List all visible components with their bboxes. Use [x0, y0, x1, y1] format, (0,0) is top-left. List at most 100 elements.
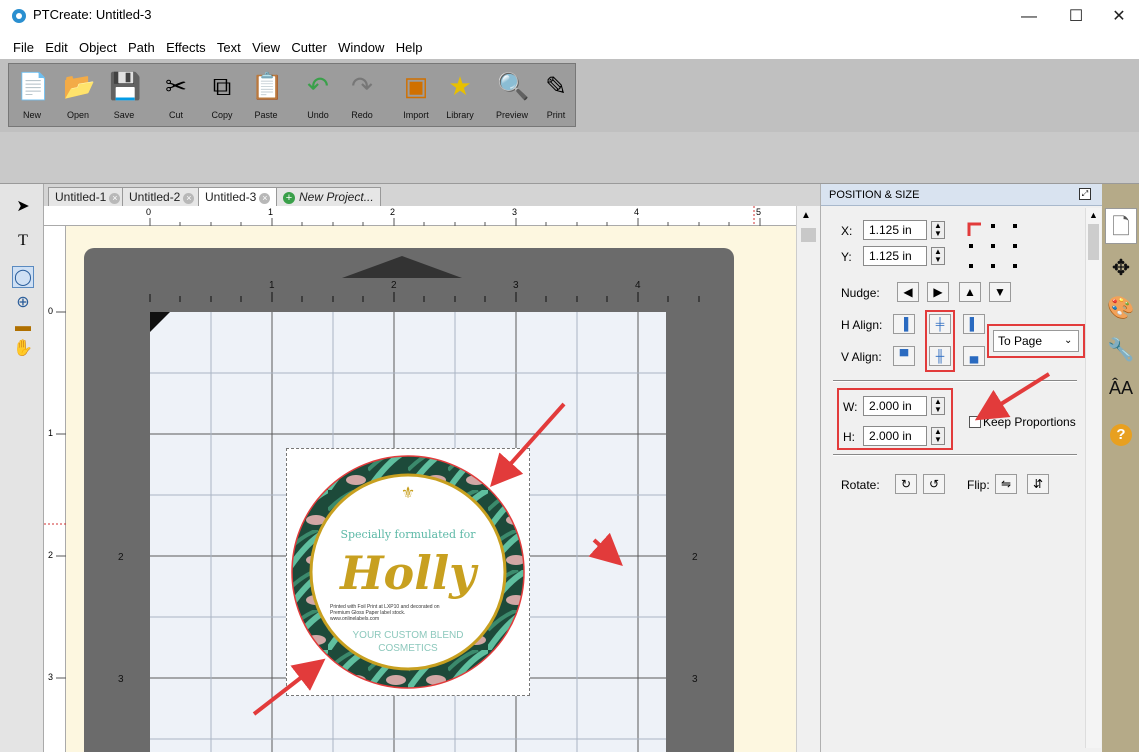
help-tab-icon[interactable]: ? — [1105, 414, 1137, 450]
panel-side-tabs: 🗋 ✥ 🎨 🔧 ÂA ? — [1102, 184, 1139, 752]
redo-label: Redo — [351, 110, 373, 120]
open-label: Open — [66, 110, 90, 120]
select-tool-icon[interactable]: ➤ — [12, 196, 34, 218]
design-canvas[interactable]: 1 2 3 4 2 3 2 3 ⚜ Specially formulated f… — [66, 226, 796, 752]
scroll-up-icon[interactable]: ▲ — [801, 210, 811, 221]
menu-edit[interactable]: Edit — [41, 38, 71, 58]
y-spinner[interactable]: ▲ ▼ — [931, 247, 945, 265]
nudge-down-button[interactable]: ▼ — [989, 282, 1011, 302]
nudge-label: Nudge: — [841, 286, 880, 300]
import-button[interactable]: ▣ Import — [397, 68, 435, 124]
y-position-input[interactable]: 1.125 in — [863, 246, 927, 266]
tab-label: Untitled-2 — [129, 190, 181, 204]
ruler-tick-label: 5 — [756, 207, 762, 217]
panel-scroll-thumb[interactable] — [1088, 224, 1099, 260]
print-button[interactable]: ✎ Print — [537, 68, 575, 124]
close-tab-icon[interactable]: × — [109, 193, 121, 204]
paste-label: Paste — [254, 110, 278, 120]
copy-icon: ⧉ — [212, 71, 232, 101]
text-style-tab-icon[interactable]: ÂA — [1105, 370, 1137, 406]
menu-help[interactable]: Help — [392, 38, 427, 58]
reference-point-grid[interactable] — [965, 220, 1025, 272]
import-icon: ▣ — [403, 71, 429, 101]
title-bar: PTCreate: Untitled-3 — ☐ ✕ — [0, 0, 1139, 38]
menu-file[interactable]: File — [9, 38, 38, 58]
nudge-up-button[interactable]: ▲ — [959, 282, 981, 302]
rotate-ccw-icon[interactable]: ↺ — [923, 474, 945, 494]
library-icon: ★ — [448, 71, 472, 101]
ruler-tool-icon[interactable]: ▬ — [12, 316, 34, 338]
align-center-highlight — [925, 310, 955, 372]
redo-button[interactable]: ↷ Redo — [343, 68, 381, 124]
align-target-highlight — [987, 324, 1085, 358]
flip-horizontal-icon[interactable]: ⇋ — [995, 474, 1017, 494]
save-icon: 💾 — [109, 71, 142, 101]
cut-button[interactable]: ✂ Cut — [157, 68, 195, 124]
save-button[interactable]: 💾 Save — [105, 68, 143, 124]
ruler-tick-label: 3 — [512, 207, 518, 217]
align-top-icon[interactable]: ▀ — [893, 346, 915, 366]
menu-object[interactable]: Object — [75, 38, 121, 58]
tab-untitled-2[interactable]: Untitled-2 × — [122, 187, 202, 206]
close-tab-icon[interactable]: × — [259, 193, 271, 204]
tab-new-project[interactable]: + New Project... — [276, 187, 381, 206]
preview-button[interactable]: 🔍 Preview — [493, 68, 531, 124]
page-tab-icon[interactable]: 🗋 — [1105, 208, 1137, 244]
menu-text[interactable]: Text — [213, 38, 245, 58]
align-right-icon[interactable]: ▌ — [963, 314, 985, 334]
tool-palette: ➤ T ◯ ⊕ ▬ ✋ — [0, 184, 44, 752]
menu-cutter[interactable]: Cutter — [287, 38, 330, 58]
close-button[interactable]: ✕ — [1099, 2, 1139, 32]
rotate-label: Rotate: — [841, 478, 880, 492]
align-left-icon[interactable]: ▐ — [893, 314, 915, 334]
pan-hand-icon[interactable]: ✋ — [12, 338, 34, 360]
tab-label: Untitled-3 — [205, 190, 257, 204]
x-position-input[interactable]: 1.125 in — [863, 220, 927, 240]
ruler-tick-label: 2 — [390, 207, 396, 217]
wrench-tab-icon[interactable]: 🔧 — [1105, 332, 1137, 368]
undo-button[interactable]: ↶ Undo — [299, 68, 337, 124]
x-label: X: — [841, 224, 853, 238]
flip-vertical-icon[interactable]: ⇵ — [1027, 474, 1049, 494]
canvas-scrollbar[interactable]: ▲ — [796, 206, 820, 752]
menu-path[interactable]: Path — [124, 38, 159, 58]
tab-untitled-3[interactable]: Untitled-3 × — [198, 187, 278, 206]
shape-tool-icon[interactable]: ◯ — [12, 266, 34, 288]
position-size-panel: POSITION & SIZE ⤢ ▲ X: 1.125 in ▲ ▼ Y: 1.… — [820, 184, 1103, 752]
redo-icon: ↷ — [351, 71, 373, 101]
nudge-right-button[interactable]: ▶ — [927, 282, 949, 302]
open-button[interactable]: 📂 Open — [59, 68, 97, 124]
annotation-arrows — [252, 402, 623, 716]
maximize-button[interactable]: ☐ — [1053, 2, 1099, 32]
panel-scrollbar[interactable]: ▲ — [1085, 208, 1101, 748]
new-doc-icon: 📄 — [17, 71, 50, 101]
tab-untitled-1[interactable]: Untitled-1 × — [48, 187, 128, 206]
menu-window[interactable]: Window — [334, 38, 388, 58]
panel-scroll-up-icon[interactable]: ▲ — [1089, 210, 1098, 220]
scroll-thumb[interactable] — [801, 228, 816, 242]
minimize-button[interactable]: — — [1006, 2, 1052, 32]
text-tool-icon[interactable]: T — [12, 230, 34, 252]
rotate-cw-icon[interactable]: ↻ — [895, 474, 917, 494]
align-bottom-icon[interactable]: ▄ — [963, 346, 985, 366]
library-button[interactable]: ★ Library — [441, 68, 479, 124]
open-folder-icon: 📂 — [63, 71, 96, 101]
ruler-tick-label: 4 — [634, 207, 640, 217]
new-button[interactable]: 📄 New — [13, 68, 51, 124]
color-palette-tab-icon[interactable]: 🎨 — [1105, 290, 1137, 326]
menu-effects[interactable]: Effects — [162, 38, 210, 58]
property-strip — [0, 132, 1139, 184]
panel-title: POSITION & SIZE — [829, 189, 920, 201]
close-tab-icon[interactable]: × — [183, 193, 195, 204]
copy-button[interactable]: ⧉ Copy — [203, 68, 241, 124]
panel-expand-icon[interactable]: ⤢ — [1079, 188, 1091, 200]
nudge-left-button[interactable]: ◀ — [897, 282, 919, 302]
x-spinner[interactable]: ▲ ▼ — [931, 221, 945, 239]
paste-button[interactable]: 📋 Paste — [247, 68, 285, 124]
menu-view[interactable]: View — [248, 38, 284, 58]
position-size-tab-icon[interactable]: ✥ — [1105, 250, 1137, 286]
add-icon: + — [283, 192, 295, 204]
zoom-tool-icon[interactable]: ⊕ — [12, 292, 34, 314]
paste-icon: 📋 — [251, 71, 284, 101]
size-fields-highlight — [837, 388, 953, 450]
